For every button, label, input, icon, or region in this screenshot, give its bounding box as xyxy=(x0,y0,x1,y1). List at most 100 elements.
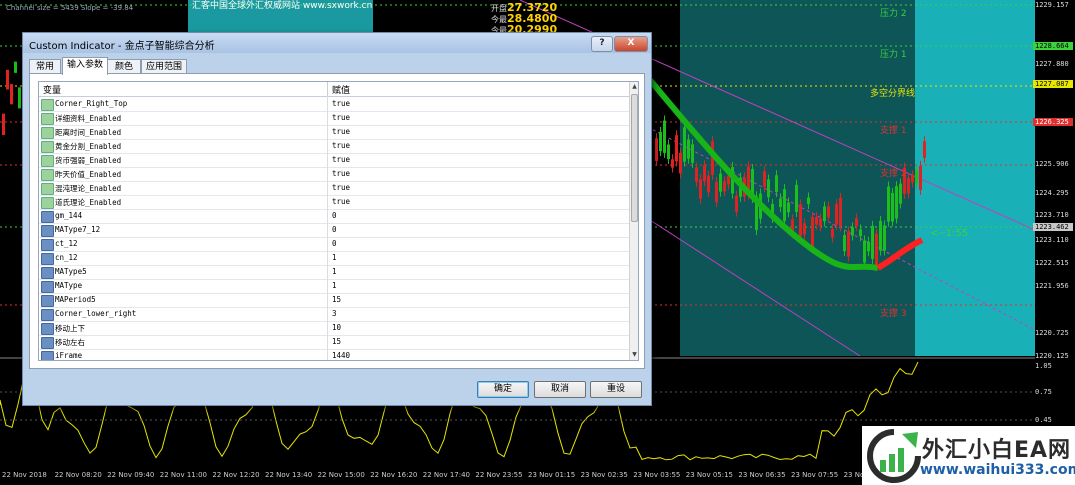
param-value[interactable]: 10 xyxy=(332,323,341,332)
tab-colors[interactable]: 颜色 xyxy=(107,59,141,74)
ok-button[interactable]: 确定 xyxy=(477,381,529,398)
param-value[interactable]: 1 xyxy=(332,253,337,262)
param-value[interactable]: 0 xyxy=(332,239,337,248)
param-value[interactable]: 0 xyxy=(332,211,337,220)
candle-body xyxy=(671,159,674,168)
price-label: 1223.110 xyxy=(1035,236,1069,244)
numeric-param-icon xyxy=(41,239,54,251)
param-row[interactable]: 昨天价值_Enabled true xyxy=(39,167,629,182)
param-name: 黄金分割_Enabled xyxy=(55,142,122,151)
param-row[interactable]: 混沌理论_Enabled true xyxy=(39,181,629,196)
param-name: cn_12 xyxy=(55,253,78,262)
parameters-grid[interactable]: 变量 赋值 Corner_Right_Top true 详细资料_Enabled tr… xyxy=(38,81,639,361)
time-label: 22 Nov 08:20 xyxy=(54,471,102,479)
candle-body xyxy=(847,231,850,257)
param-name: 混沌理论_Enabled xyxy=(55,184,122,193)
help-button[interactable]: ? xyxy=(591,36,613,52)
scroll-up-icon[interactable]: ▲ xyxy=(631,83,638,91)
countdown-timer: <--1:55 xyxy=(930,228,969,239)
candle-body xyxy=(795,184,798,213)
price-label: 1220.725 xyxy=(1035,329,1069,337)
param-row[interactable]: MAType7_12 0 xyxy=(39,223,629,238)
candle-body xyxy=(891,192,894,222)
param-value[interactable]: 15 xyxy=(332,295,341,304)
param-value[interactable]: 1 xyxy=(332,281,337,290)
param-value[interactable]: 15 xyxy=(332,337,341,346)
param-row[interactable]: 移动左右 15 xyxy=(39,335,629,350)
param-name: 货币强弱_Enabled xyxy=(55,156,122,165)
param-row[interactable]: MAType5 1 xyxy=(39,265,629,280)
param-value[interactable]: 0 xyxy=(332,225,337,234)
param-row[interactable]: Corner_Right_Top true xyxy=(39,97,629,112)
numeric-param-icon xyxy=(41,295,54,307)
param-name: MAType5 xyxy=(55,267,87,276)
custom-indicator-dialog[interactable]: Custom Indicator - 金点子智能综合分析 ? X 常用 输入参数… xyxy=(22,32,652,406)
header-separator xyxy=(327,82,328,96)
header-variable[interactable]: 变量 xyxy=(43,83,61,96)
param-row[interactable]: 货币强弱_Enabled true xyxy=(39,153,629,168)
param-row[interactable]: 详细资料_Enabled true xyxy=(39,111,629,126)
scroll-down-icon[interactable]: ▼ xyxy=(631,351,638,359)
level-resistance-1: 压力 1 xyxy=(880,50,907,60)
param-value[interactable]: true xyxy=(332,197,350,206)
param-value[interactable]: true xyxy=(332,127,350,136)
osc-label: 1.05 xyxy=(1035,362,1052,370)
time-label: 23 Nov 02:35 xyxy=(580,471,628,479)
time-label: 22 Nov 23:55 xyxy=(475,471,523,479)
param-name: iFrame xyxy=(55,351,83,360)
param-row[interactable]: MAPeriod5 15 xyxy=(39,293,629,308)
candle-body xyxy=(807,197,810,205)
param-name: 详细资料_Enabled xyxy=(55,114,122,123)
param-value[interactable]: 1440 xyxy=(332,351,350,360)
param-row[interactable]: 道氏理论_Enabled true xyxy=(39,195,629,210)
price-label: 1228.664 xyxy=(1033,42,1073,50)
param-row[interactable]: ct_12 0 xyxy=(39,237,629,252)
param-row[interactable]: MAType 1 xyxy=(39,279,629,294)
numeric-param-icon xyxy=(41,281,54,293)
param-row[interactable]: cn_12 1 xyxy=(39,251,629,266)
param-value[interactable]: true xyxy=(332,169,350,178)
candle-body xyxy=(695,167,698,182)
param-value[interactable]: true xyxy=(332,141,350,150)
tab-scope[interactable]: 应用范围 xyxy=(141,59,187,74)
time-label: 23 Nov 07:55 xyxy=(791,471,839,479)
time-label: 22 Nov 13:40 xyxy=(265,471,313,479)
tab-common[interactable]: 常用 xyxy=(29,59,61,74)
boolean-param-icon xyxy=(41,141,54,153)
price-label: 1220.125 xyxy=(1035,352,1069,360)
param-row[interactable]: 移动上下 10 xyxy=(39,321,629,336)
param-value[interactable]: 1 xyxy=(332,267,337,276)
reset-button[interactable]: 重设 xyxy=(590,381,642,398)
grid-header: 变量 赋值 xyxy=(39,82,629,97)
candle-body xyxy=(779,198,782,208)
cancel-button[interactable]: 取消 xyxy=(534,381,586,398)
param-row[interactable]: gm_144 0 xyxy=(39,209,629,224)
param-value[interactable]: true xyxy=(332,155,350,164)
time-label: 22 Nov 12:20 xyxy=(212,471,260,479)
param-row[interactable]: Corner_lower_right 3 xyxy=(39,307,629,322)
numeric-param-icon xyxy=(41,337,54,349)
param-value[interactable]: true xyxy=(332,113,350,122)
candle-body xyxy=(663,120,666,153)
candle-body xyxy=(723,181,726,192)
scroll-thumb[interactable] xyxy=(631,94,638,222)
close-button[interactable]: X xyxy=(614,36,648,52)
grid-scrollbar[interactable]: ▲ ▼ xyxy=(629,82,638,360)
param-row[interactable]: iFrame 1440 xyxy=(39,349,629,360)
candle-body xyxy=(767,179,770,198)
candle-body xyxy=(887,186,890,222)
candle-body xyxy=(827,206,830,218)
header-value[interactable]: 赋值 xyxy=(332,83,350,96)
candle-body xyxy=(775,175,778,193)
numeric-param-icon xyxy=(41,211,54,223)
param-value[interactable]: true xyxy=(332,99,350,108)
param-value[interactable]: true xyxy=(332,183,350,192)
dialog-title-bar[interactable]: Custom Indicator - 金点子智能综合分析 ? X xyxy=(23,33,651,53)
param-value[interactable]: 3 xyxy=(332,309,337,318)
param-row[interactable]: 距离时间_Enabled true xyxy=(39,125,629,140)
candle-body xyxy=(811,216,814,249)
tab-inputs[interactable]: 输入参数 xyxy=(62,57,108,75)
candle-body xyxy=(815,217,818,225)
param-row[interactable]: 黄金分割_Enabled true xyxy=(39,139,629,154)
boolean-param-icon xyxy=(41,183,54,195)
